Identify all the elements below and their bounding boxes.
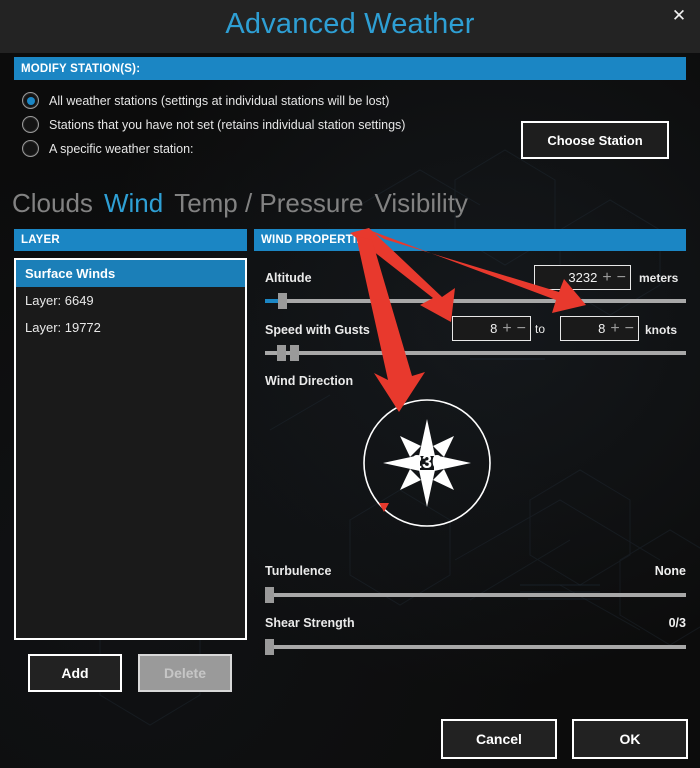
speed-min-minus-icon[interactable]: − [517,320,526,336]
list-item[interactable]: Surface Winds [16,260,245,287]
speed-min-plus-icon[interactable]: + [502,320,511,336]
altitude-stepper[interactable]: 3232 + − [534,265,631,290]
altitude-slider-handle[interactable] [278,293,287,309]
wind-properties-header-label: WIND PROPERTIES [261,234,372,246]
speed-slider-handle-min[interactable] [277,345,286,361]
speed-min-stepper[interactable]: 8 + − [452,316,531,341]
close-icon[interactable]: ✕ [668,5,690,27]
layer-panel-header: LAYER [14,229,247,251]
radio-label-all-stations: All weather stations (settings at indivi… [49,93,390,108]
altitude-unit-label: meters [639,271,679,285]
tab-temp-pressure[interactable]: Temp / Pressure [174,188,363,219]
speed-slider-handle-max[interactable] [290,345,299,361]
page-title: Advanced Weather [225,8,475,40]
choose-station-button[interactable]: Choose Station [521,121,669,159]
speed-max-stepper[interactable]: 8 + − [560,316,639,341]
wind-direction-dial[interactable]: 230 [362,398,492,528]
radio-all-stations[interactable]: All weather stations (settings at indivi… [22,92,389,109]
tab-visibility[interactable]: Visibility [374,188,467,219]
turbulence-label: Turbulence [265,564,332,578]
tab-bar: Clouds Wind Temp / Pressure Visibility [12,188,468,219]
speed-max-minus-icon[interactable]: − [625,320,634,336]
speed-unit-label: knots [645,323,678,337]
layer-list[interactable]: Surface Winds Layer: 6649 Layer: 19772 [14,258,247,640]
shear-strength-slider[interactable] [265,639,686,655]
wind-direction-value: 230 [411,452,443,472]
ok-button[interactable]: OK [572,719,688,759]
speed-with-gusts-label: Speed with Gusts [265,323,370,337]
cancel-button[interactable]: Cancel [441,719,557,759]
modify-stations-header: MODIFY STATION(S): [14,57,686,80]
altitude-minus-icon[interactable]: − [617,269,626,285]
speed-to-label: to [535,322,546,336]
wind-direction-label: Wind Direction [265,374,354,388]
radio-icon-all-stations[interactable] [22,92,39,109]
tab-wind[interactable]: Wind [104,188,163,219]
altitude-value: 3232 [568,270,598,285]
delete-button: Delete [138,654,232,692]
layer-panel-header-label: LAYER [21,234,60,246]
list-item[interactable]: Layer: 19772 [16,314,245,341]
radio-icon-unset-stations[interactable] [22,116,39,133]
speed-max-value: 8 [598,321,606,336]
shear-strength-slider-handle[interactable] [265,639,274,655]
speed-min-value: 8 [490,321,498,336]
altitude-plus-icon[interactable]: + [602,269,611,285]
radio-specific-station[interactable]: A specific weather station: [22,140,194,157]
speed-slider[interactable] [265,345,686,361]
turbulence-value: None [654,564,686,578]
shear-strength-value: 0/3 [668,616,686,630]
turbulence-slider-handle[interactable] [265,587,274,603]
list-item[interactable]: Layer: 6649 [16,287,245,314]
tab-clouds[interactable]: Clouds [12,188,93,219]
radio-unset-stations[interactable]: Stations that you have not set (retains … [22,116,405,133]
turbulence-slider[interactable] [265,587,686,603]
shear-strength-label: Shear Strength [265,616,355,630]
add-button[interactable]: Add [28,654,122,692]
altitude-label: Altitude [265,271,312,285]
radio-label-specific-station: A specific weather station: [49,141,194,156]
radio-label-unset-stations: Stations that you have not set (retains … [49,117,406,132]
wind-properties-header: WIND PROPERTIES [254,229,686,251]
speed-max-plus-icon[interactable]: + [610,320,619,336]
title-bar: Advanced Weather ✕ [0,0,700,53]
advanced-weather-dialog: Advanced Weather ✕ MODIFY STATION(S): Al… [0,0,700,768]
radio-icon-specific-station[interactable] [22,140,39,157]
modify-stations-header-label: MODIFY STATION(S): [21,62,141,75]
altitude-slider[interactable] [265,293,686,309]
